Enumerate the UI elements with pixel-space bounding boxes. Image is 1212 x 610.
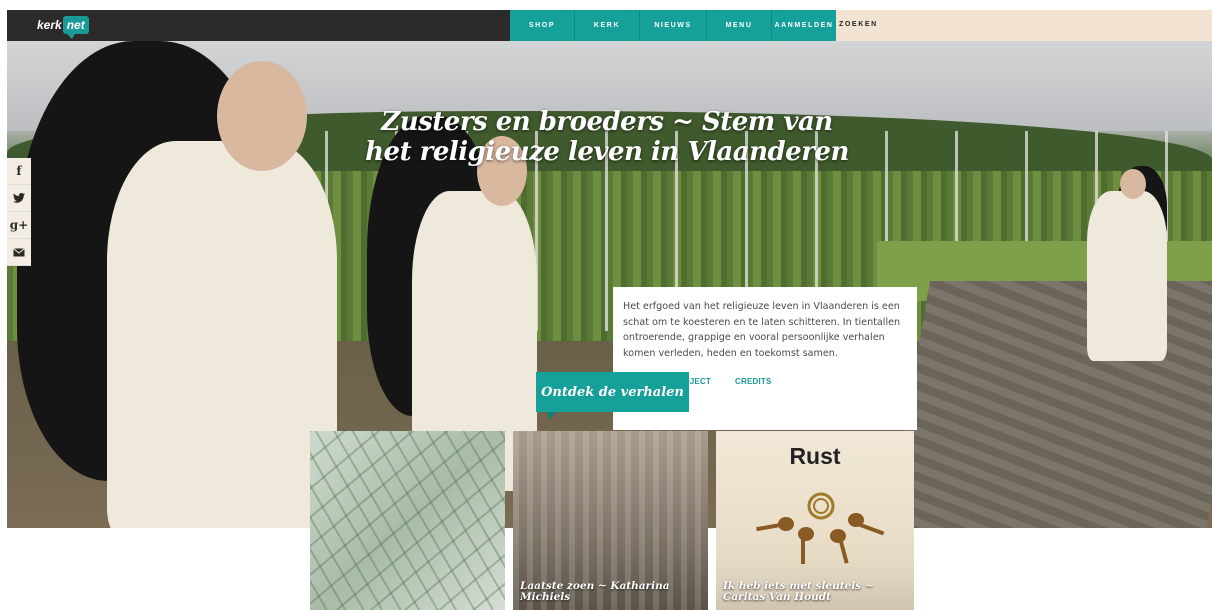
nav-nieuws[interactable]: NIEUWS <box>640 10 707 41</box>
nav-kerk[interactable]: KERK <box>575 10 640 41</box>
card-caption: Ik heb iets met sleutels ~ Caritas Van H… <box>723 580 874 603</box>
card-title: Rust <box>789 443 841 469</box>
story-card[interactable] <box>310 431 505 610</box>
social-bar: f g+ <box>7 158 31 266</box>
main-nav: SHOP KERK NIEUWS MENU AANMELDEN <box>510 10 837 41</box>
nun-right-face <box>1120 169 1146 199</box>
page: kerk net SHOP KERK NIEUWS MENU AANMELDEN… <box>7 10 1212 610</box>
search-bar[interactable]: ZOEKEN <box>836 10 1212 41</box>
twitter-icon[interactable] <box>7 185 31 212</box>
intro-text: Het erfgoed van het religieuze leven in … <box>623 301 901 359</box>
card-caption: Laatste zoen ~ Katharina Michiels <box>520 580 670 603</box>
story-card[interactable]: Laatste zoen ~ Katharina Michiels <box>513 431 708 610</box>
hero-title: Zusters en broeders ~ Stem van het relig… <box>365 107 849 167</box>
card-image <box>310 431 505 610</box>
kerknet-logo[interactable]: kerk net <box>37 15 89 39</box>
mail-icon[interactable] <box>7 239 31 266</box>
google-plus-icon[interactable]: g+ <box>7 212 31 239</box>
nav-menu[interactable]: MENU <box>707 10 772 41</box>
nun-left-robe <box>107 141 337 528</box>
search-label: ZOEKEN <box>839 21 878 28</box>
logo-badge: net <box>62 16 89 39</box>
mail-glyph <box>13 247 25 256</box>
nav-shop[interactable]: SHOP <box>510 10 575 41</box>
ontdek-verhalen-button[interactable]: Ontdek de verhalen <box>536 372 689 420</box>
twitter-glyph <box>13 193 25 203</box>
nav-aanmelden[interactable]: AANMELDEN <box>772 10 837 41</box>
credits-link[interactable]: CREDITS <box>735 377 772 386</box>
logo-text: kerk <box>37 18 62 32</box>
facebook-icon[interactable]: f <box>7 158 31 185</box>
nun-right-robe <box>1087 191 1167 361</box>
nun-left-face <box>217 61 307 171</box>
keys-illustration <box>756 492 885 564</box>
story-card[interactable]: Rust Ik heb iets met sleutels ~ Caritas … <box>716 431 914 610</box>
top-bar: kerk net SHOP KERK NIEUWS MENU AANMELDEN… <box>7 10 1212 41</box>
